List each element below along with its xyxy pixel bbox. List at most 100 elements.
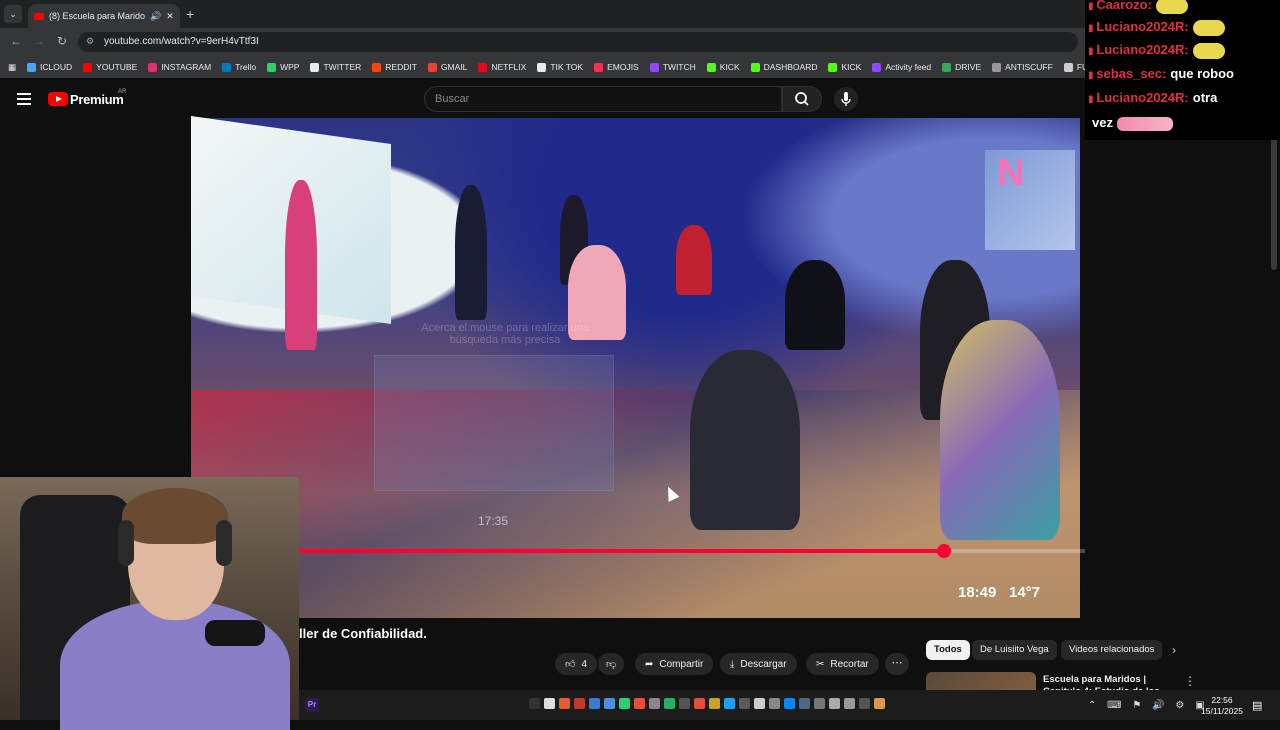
taskbar-clock-time[interactable]: 22:56	[1200, 695, 1244, 705]
forward-arrow-icon[interactable]: →	[33, 34, 45, 48]
chip-channel[interactable]: De Luisiito Vega	[972, 640, 1057, 660]
seek-hint-text: Acerca el mouse para realizar una búsque…	[421, 322, 589, 346]
youtube-premium-label[interactable]: Premium	[70, 92, 124, 107]
taskbar-app-icon[interactable]	[664, 698, 675, 709]
search-button[interactable]	[782, 86, 822, 112]
more-actions-icon[interactable]: ⋯	[885, 653, 909, 675]
tab-search-button[interactable]: ⌄	[4, 5, 22, 23]
taskbar-app-icon[interactable]	[784, 698, 795, 709]
browser-tab-active[interactable]: (8) Escuela para Maridos | C 🔊 ✕	[28, 4, 180, 28]
bookmark-favicon-icon	[267, 62, 277, 72]
taskbar-app-icon[interactable]	[679, 698, 690, 709]
taskbar-app-icon[interactable]	[799, 698, 810, 709]
taskbar-app-icon[interactable]	[574, 698, 585, 709]
bookmark-label: KICK	[719, 62, 740, 72]
site-info-icon[interactable]: ⚙	[86, 36, 94, 47]
bookmark-label: REDDIT	[385, 62, 417, 72]
bookmark-favicon-icon	[992, 62, 1002, 72]
bookmark-item[interactable]: YOUTUBE	[83, 62, 137, 72]
chip-all[interactable]: Todos	[926, 640, 970, 660]
recommendations-panel	[1085, 140, 1280, 640]
taskbar-app-icon[interactable]	[874, 698, 885, 709]
taskbar-app-icon[interactable]	[529, 698, 540, 709]
progress-bar-played	[299, 549, 944, 553]
taskbar-app-icon[interactable]	[619, 698, 630, 709]
taskbar-app-icon[interactable]	[754, 698, 765, 709]
back-arrow-icon[interactable]: ←	[10, 34, 22, 48]
taskbar-clock-date[interactable]: 15/11/2025	[1200, 706, 1244, 716]
like-button[interactable]: 👍︎ 4	[555, 653, 598, 675]
youtube-logo-icon[interactable]	[48, 92, 68, 106]
bookmark-item[interactable]: Activity feed	[872, 62, 931, 72]
bookmark-item[interactable]: WPP	[267, 62, 299, 72]
tab-title: (8) Escuela para Maridos | C	[49, 11, 145, 21]
chip-related[interactable]: Videos relacionados	[1061, 640, 1163, 660]
scene-person	[455, 185, 487, 320]
bookmark-item[interactable]: Trello	[222, 62, 256, 72]
tab-close-icon[interactable]: ✕	[166, 11, 174, 22]
dislike-button[interactable]: 👎︎	[598, 653, 625, 675]
search-input[interactable]: Buscar	[424, 86, 782, 112]
url-input[interactable]: youtube.com/watch?v=9erH4vTtf3I	[78, 32, 1078, 52]
progress-scrubber-handle[interactable]	[937, 544, 951, 558]
bookmark-item[interactable]: INSTAGRAM	[148, 62, 211, 72]
bookmark-item[interactable]: NETFLIX	[478, 62, 526, 72]
taskbar-app-icon[interactable]	[859, 698, 870, 709]
bookmark-item[interactable]: TWITTER	[310, 62, 361, 72]
bookmark-item[interactable]: KICK	[828, 62, 861, 72]
taskbar-app-icon[interactable]	[634, 698, 645, 709]
bookmark-label: FUENTES	[1076, 62, 1085, 72]
bookmark-item[interactable]: TIK TOK	[537, 62, 583, 72]
share-button[interactable]: ➦ Compartir	[635, 653, 714, 675]
taskbar-app-icon[interactable]	[604, 698, 615, 709]
system-tray-icons[interactable]: ⌃ ⌨ ⚑ 🔊 ⚙ ▣	[1088, 700, 1209, 711]
clip-button[interactable]: ✂ Recortar	[806, 653, 879, 675]
taskbar-app-icon[interactable]	[649, 698, 660, 709]
chat-username: Luciano2024R:	[1088, 90, 1189, 105]
download-button[interactable]: ⤓ Descargar	[720, 653, 797, 675]
bookmark-label: Activity feed	[885, 62, 932, 72]
bookmark-item[interactable]: ICLOUD	[27, 62, 72, 72]
bookmark-item[interactable]: DRIVE	[942, 62, 981, 72]
voice-search-button[interactable]	[834, 87, 858, 111]
taskbar-app-icon[interactable]	[814, 698, 825, 709]
bookmark-favicon-icon	[148, 62, 158, 72]
notification-icon[interactable]: ▤	[1252, 699, 1262, 712]
taskbar-app-icon[interactable]	[844, 698, 855, 709]
taskbar-app-icon[interactable]	[694, 698, 705, 709]
taskbar-app-icon[interactable]	[829, 698, 840, 709]
reload-icon[interactable]: ↻	[57, 34, 67, 48]
speaker-icon[interactable]: 🔊	[150, 11, 161, 22]
premiere-pro-icon[interactable]: Pr	[305, 698, 319, 712]
bookmark-favicon-icon	[478, 62, 488, 72]
recommended-more-icon[interactable]: ⋮	[1184, 674, 1196, 688]
new-tab-button[interactable]: +	[186, 6, 194, 22]
time-overlay: 18:49	[958, 584, 997, 601]
seek-preview-thumbnail	[374, 355, 614, 491]
taskbar-app-icon[interactable]	[769, 698, 780, 709]
region-code: AR	[118, 89, 127, 95]
taskbar-app-icon[interactable]	[589, 698, 600, 709]
taskbar-app-icon[interactable]	[739, 698, 750, 709]
menu-hamburger-icon[interactable]	[17, 93, 31, 108]
bookmark-item[interactable]: DASHBOARD	[750, 62, 817, 72]
taskbar-app-icon[interactable]	[724, 698, 735, 709]
taskbar-app-icon[interactable]	[559, 698, 570, 709]
taskbar-app-icon[interactable]	[709, 698, 720, 709]
bookmark-label: NETFLIX	[491, 62, 527, 72]
bookmark-label: EMOJIS	[607, 62, 639, 72]
taskbar-app-icon[interactable]	[544, 698, 555, 709]
scene-person	[285, 180, 317, 350]
seek-preview-time: 17:35	[478, 514, 509, 528]
bookmark-item[interactable]: EMOJIS	[594, 62, 639, 72]
chat-message: Luciano2024R:otra	[1088, 90, 1217, 105]
bookmark-item[interactable]: REDDIT	[372, 62, 417, 72]
bookmark-item[interactable]: TWITCH	[649, 62, 696, 72]
apps-grid-icon[interactable]: ▦	[8, 62, 16, 73]
bookmark-favicon-icon	[1063, 62, 1073, 72]
bookmark-item[interactable]: GMAIL	[427, 62, 467, 72]
bookmark-item[interactable]: ANTISCUFF	[992, 62, 1053, 72]
chevron-right-icon[interactable]: ›	[1172, 643, 1176, 657]
bookmark-item[interactable]: FUENTES	[1063, 62, 1085, 72]
bookmark-item[interactable]: KICK	[706, 62, 740, 72]
